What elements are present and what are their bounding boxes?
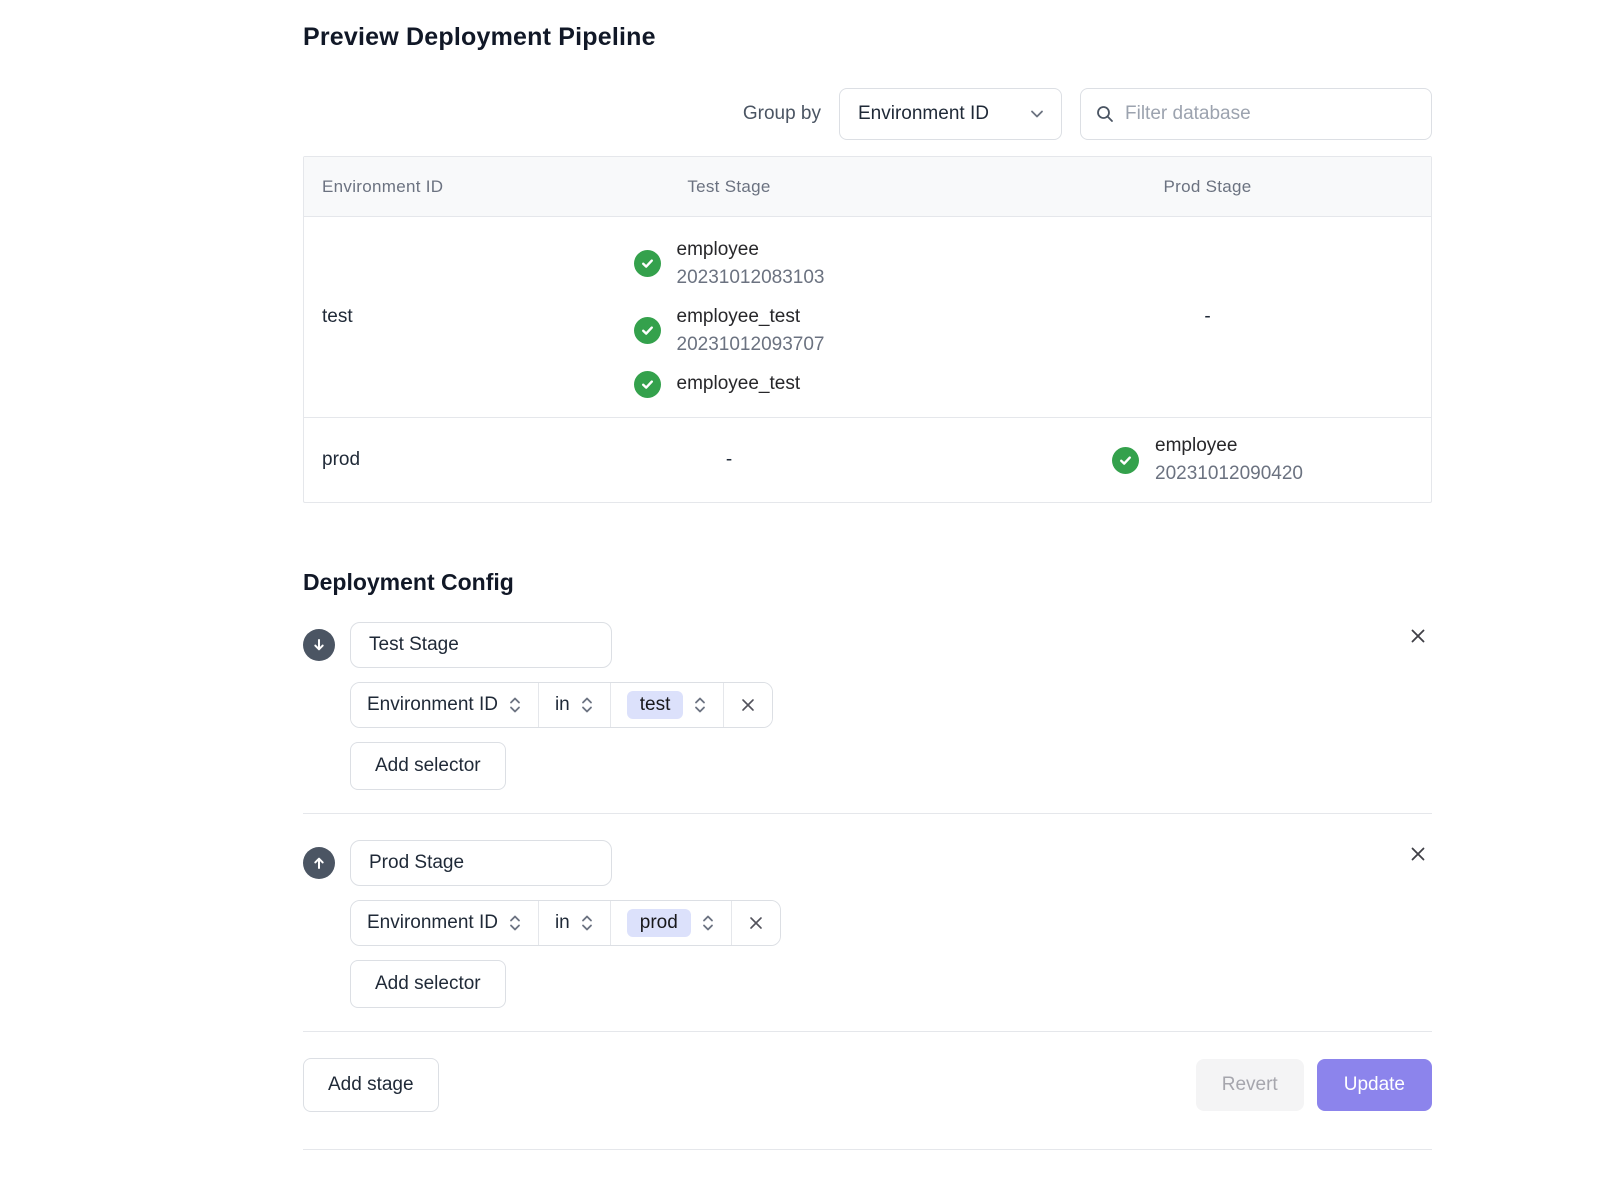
chevron-down-icon — [1029, 106, 1045, 122]
updown-chevrons-icon — [508, 913, 522, 933]
stage-config-test: Environment ID in test — [303, 622, 1432, 790]
prod-stage-cell: employee 20231012090420 — [984, 418, 1431, 502]
group-by-label: Group by — [743, 103, 821, 125]
close-icon — [1408, 844, 1428, 864]
stage-name-input[interactable] — [350, 840, 612, 886]
success-check-icon — [634, 371, 661, 398]
column-header-prod-stage: Prod Stage — [984, 157, 1431, 216]
test-stage-cell: employee 20231012083103 employee_test 20… — [474, 217, 984, 417]
close-icon — [739, 696, 757, 714]
test-stage-empty-cell: - — [474, 418, 984, 502]
update-button[interactable]: Update — [1317, 1059, 1432, 1111]
filter-database-input[interactable] — [1125, 103, 1417, 125]
selector-value-select[interactable]: prod — [610, 901, 731, 945]
updown-chevrons-icon — [693, 695, 707, 715]
selector-key-select[interactable]: Environment ID — [351, 683, 538, 727]
database-name: employee_test — [677, 303, 825, 331]
remove-stage-button[interactable] — [1404, 622, 1432, 650]
selector-value-select[interactable]: test — [610, 683, 724, 727]
page-title: Preview Deployment Pipeline — [303, 23, 1432, 52]
database-item: employee 20231012083103 — [634, 236, 825, 291]
column-header-environment-id: Environment ID — [304, 157, 474, 216]
database-item: employee_test — [634, 370, 825, 398]
database-list: employee 20231012083103 employee_test 20… — [634, 220, 825, 414]
table-row: test employee 20231012083103 — [304, 216, 1431, 417]
database-item: employee 20231012090420 — [1112, 432, 1303, 487]
stage-name-input[interactable] — [350, 622, 612, 668]
database-name: employee — [677, 236, 825, 264]
filter-database-box[interactable] — [1080, 88, 1432, 140]
database-version: 20231012083103 — [677, 264, 825, 292]
database-item: employee_test 20231012093707 — [634, 303, 825, 358]
selector-value-tag: test — [627, 691, 684, 719]
selector-rule: Environment ID in prod — [350, 900, 781, 946]
add-selector-button[interactable]: Add selector — [350, 960, 506, 1008]
selector-rule: Environment ID in test — [350, 682, 773, 728]
move-stage-up-button[interactable] — [303, 847, 335, 879]
updown-chevrons-icon — [701, 913, 715, 933]
success-check-icon — [634, 250, 661, 277]
remove-stage-button[interactable] — [1404, 840, 1432, 868]
selector-operator-select[interactable]: in — [538, 901, 610, 945]
group-by-select[interactable]: Environment ID — [839, 88, 1062, 140]
selector-key-select[interactable]: Environment ID — [351, 901, 538, 945]
add-selector-button[interactable]: Add selector — [350, 742, 506, 790]
prod-stage-empty-cell: - — [984, 217, 1431, 417]
arrow-down-icon — [311, 637, 327, 653]
config-footer: Add stage Revert Update — [303, 1058, 1432, 1112]
add-stage-button[interactable]: Add stage — [303, 1058, 439, 1112]
close-icon — [1408, 626, 1428, 646]
pipeline-table: Environment ID Test Stage Prod Stage tes… — [303, 156, 1432, 503]
success-check-icon — [634, 317, 661, 344]
success-check-icon — [1112, 447, 1139, 474]
selector-value-tag: prod — [627, 909, 691, 937]
selector-operator-select[interactable]: in — [538, 683, 610, 727]
bottom-divider — [303, 1149, 1432, 1150]
pipeline-toolbar: Group by Environment ID — [303, 88, 1432, 140]
updown-chevrons-icon — [508, 695, 522, 715]
arrow-up-icon — [311, 855, 327, 871]
search-icon — [1095, 104, 1115, 124]
remove-selector-button[interactable] — [731, 901, 780, 945]
database-version: 20231012090420 — [1155, 460, 1303, 488]
database-name: employee — [1155, 432, 1303, 460]
database-name: employee_test — [677, 370, 801, 398]
main-content: Preview Deployment Pipeline Group by Env… — [303, 0, 1432, 1150]
environment-cell: prod — [304, 418, 474, 502]
deployment-config-heading: Deployment Config — [303, 569, 1432, 596]
updown-chevrons-icon — [580, 913, 594, 933]
database-version: 20231012093707 — [677, 331, 825, 359]
environment-cell: test — [304, 217, 474, 417]
column-header-test-stage: Test Stage — [474, 157, 984, 216]
close-icon — [747, 914, 765, 932]
group-by-selected-value: Environment ID — [858, 103, 989, 125]
table-row: prod - employee 20231012090420 — [304, 417, 1431, 502]
updown-chevrons-icon — [580, 695, 594, 715]
stage-divider — [303, 1031, 1432, 1032]
remove-selector-button[interactable] — [723, 683, 772, 727]
stage-config-prod: Environment ID in prod — [303, 840, 1432, 1008]
move-stage-down-button[interactable] — [303, 629, 335, 661]
revert-button[interactable]: Revert — [1196, 1059, 1304, 1111]
stage-divider — [303, 813, 1432, 814]
table-header-row: Environment ID Test Stage Prod Stage — [304, 157, 1431, 216]
